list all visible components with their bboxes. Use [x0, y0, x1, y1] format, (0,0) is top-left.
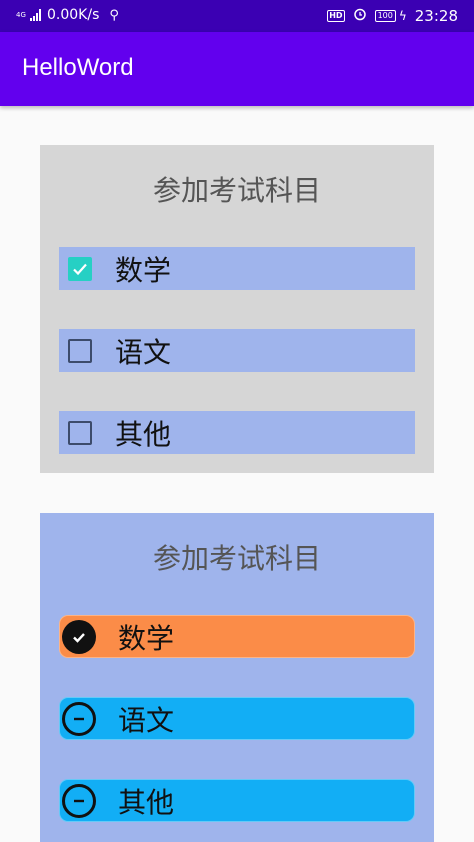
status-left: 4G 0.00K/s ⚲: [16, 7, 119, 23]
network-speed: 0.00K/s: [47, 7, 100, 23]
radio-label: 数学: [118, 621, 175, 655]
checkbox-unchecked-icon: [68, 338, 92, 363]
battery-indicator: 100: [374, 10, 396, 22]
checkbox-other[interactable]: 其他: [59, 411, 415, 454]
checkbox-group-title: 参加考试科目: [152, 174, 321, 207]
app-title: HelloWord: [22, 54, 134, 81]
app-bar: HelloWord: [0, 32, 474, 106]
checkbox-label: 数学: [115, 253, 172, 287]
usb-icon: ⚲: [109, 7, 119, 23]
checkbox-label: 其他: [115, 417, 172, 451]
hd-badge: HD: [327, 10, 345, 22]
checkbox-group-panel: 参加考试科目 数学 语文 其他: [40, 145, 434, 473]
status-bar: 4G 0.00K/s ⚲ HD 100 ϟ 23:28: [0, 0, 474, 32]
radio-chinese[interactable]: 语文: [59, 697, 415, 740]
radio-group-panel: 参加考试科目 数学 语文 其他: [40, 513, 434, 842]
checkbox-unchecked-icon: [68, 420, 92, 445]
radio-minus-icon: [62, 783, 96, 818]
radio-checked-icon: [62, 619, 96, 654]
radio-label: 其他: [118, 785, 175, 819]
alarm-clock-icon: [353, 7, 367, 25]
signal-strength-icon: [30, 9, 41, 21]
checkbox-checked-icon: [68, 256, 92, 281]
charging-icon: ϟ: [398, 9, 407, 23]
network-type-label: 4G: [16, 10, 26, 19]
radio-minus-icon: [62, 701, 96, 736]
checkbox-label: 语文: [115, 335, 172, 369]
radio-other[interactable]: 其他: [59, 779, 415, 822]
clock-time: 23:28: [414, 7, 458, 25]
radio-group-title: 参加考试科目: [152, 542, 321, 575]
checkbox-chinese[interactable]: 语文: [59, 329, 415, 372]
radio-label: 语文: [118, 703, 175, 737]
radio-math[interactable]: 数学: [59, 615, 415, 658]
status-right: HD 100 ϟ 23:28: [327, 7, 458, 25]
checkbox-math[interactable]: 数学: [59, 247, 415, 290]
